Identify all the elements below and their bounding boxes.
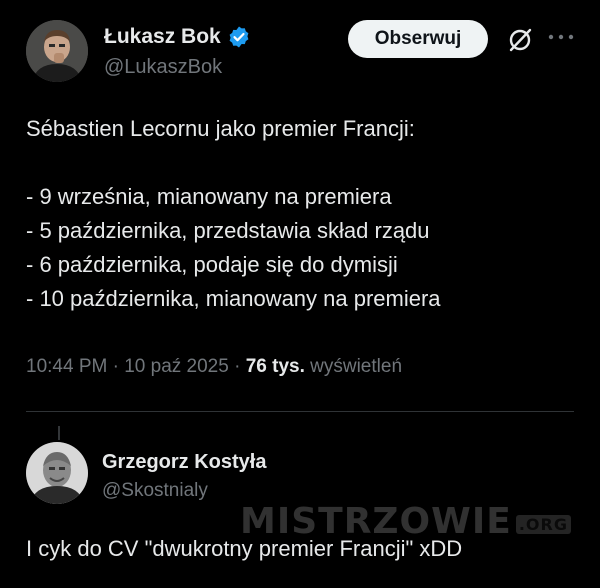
author-avatar[interactable] [26, 20, 88, 82]
tweet-text-line: - 6 października, podaje się do dymisji [26, 252, 398, 277]
meta-separator: · [234, 356, 241, 377]
grok-icon[interactable] [506, 26, 534, 54]
divider [26, 411, 574, 412]
more-options-icon[interactable] [546, 30, 576, 44]
reply-author-avatar[interactable] [26, 442, 88, 504]
views-count[interactable]: 76 tys. [246, 356, 305, 377]
views-label: wyświetleń [310, 356, 403, 377]
tweet-text-line [26, 146, 586, 180]
tweet-header: Łukasz Bok @LukaszBok Obserwuj [26, 18, 586, 88]
tweet-text-line: - 5 października, przedstawia skład rząd… [26, 218, 430, 243]
tweet-text: Sébastien Lecornu jako premier Francji: … [26, 112, 586, 316]
author-handle[interactable]: @LukaszBok [104, 56, 222, 79]
tweet-text-line: Sébastien Lecornu jako premier Francji: [26, 116, 415, 141]
tweet-text-line: - 9 września, mianowany na premiera [26, 184, 392, 209]
watermark-sub: .ORG [515, 515, 571, 534]
tweet-meta: 10:44 PM · 10 paź 2025 · 76 tys. wyświet… [26, 356, 402, 378]
tweet-text-line: - 10 października, mianowany na premiera [26, 286, 441, 311]
reply-text: I cyk do CV "dwukrotny premier Francji" … [26, 536, 463, 561]
meta-separator: · [112, 356, 119, 377]
reply-author-name[interactable]: Grzegorz Kostyła [102, 451, 266, 474]
thread-connector-line [58, 426, 60, 440]
tweet-time[interactable]: 10:44 PM [26, 356, 107, 377]
author-name-text[interactable]: Łukasz Bok [104, 25, 221, 49]
reply-author-handle[interactable]: @Skostnialy [102, 480, 208, 502]
tweet-date[interactable]: 10 paź 2025 [124, 356, 229, 377]
verified-badge-icon [227, 25, 251, 49]
follow-button[interactable]: Obserwuj [348, 20, 488, 58]
author-name[interactable]: Łukasz Bok [104, 25, 251, 49]
